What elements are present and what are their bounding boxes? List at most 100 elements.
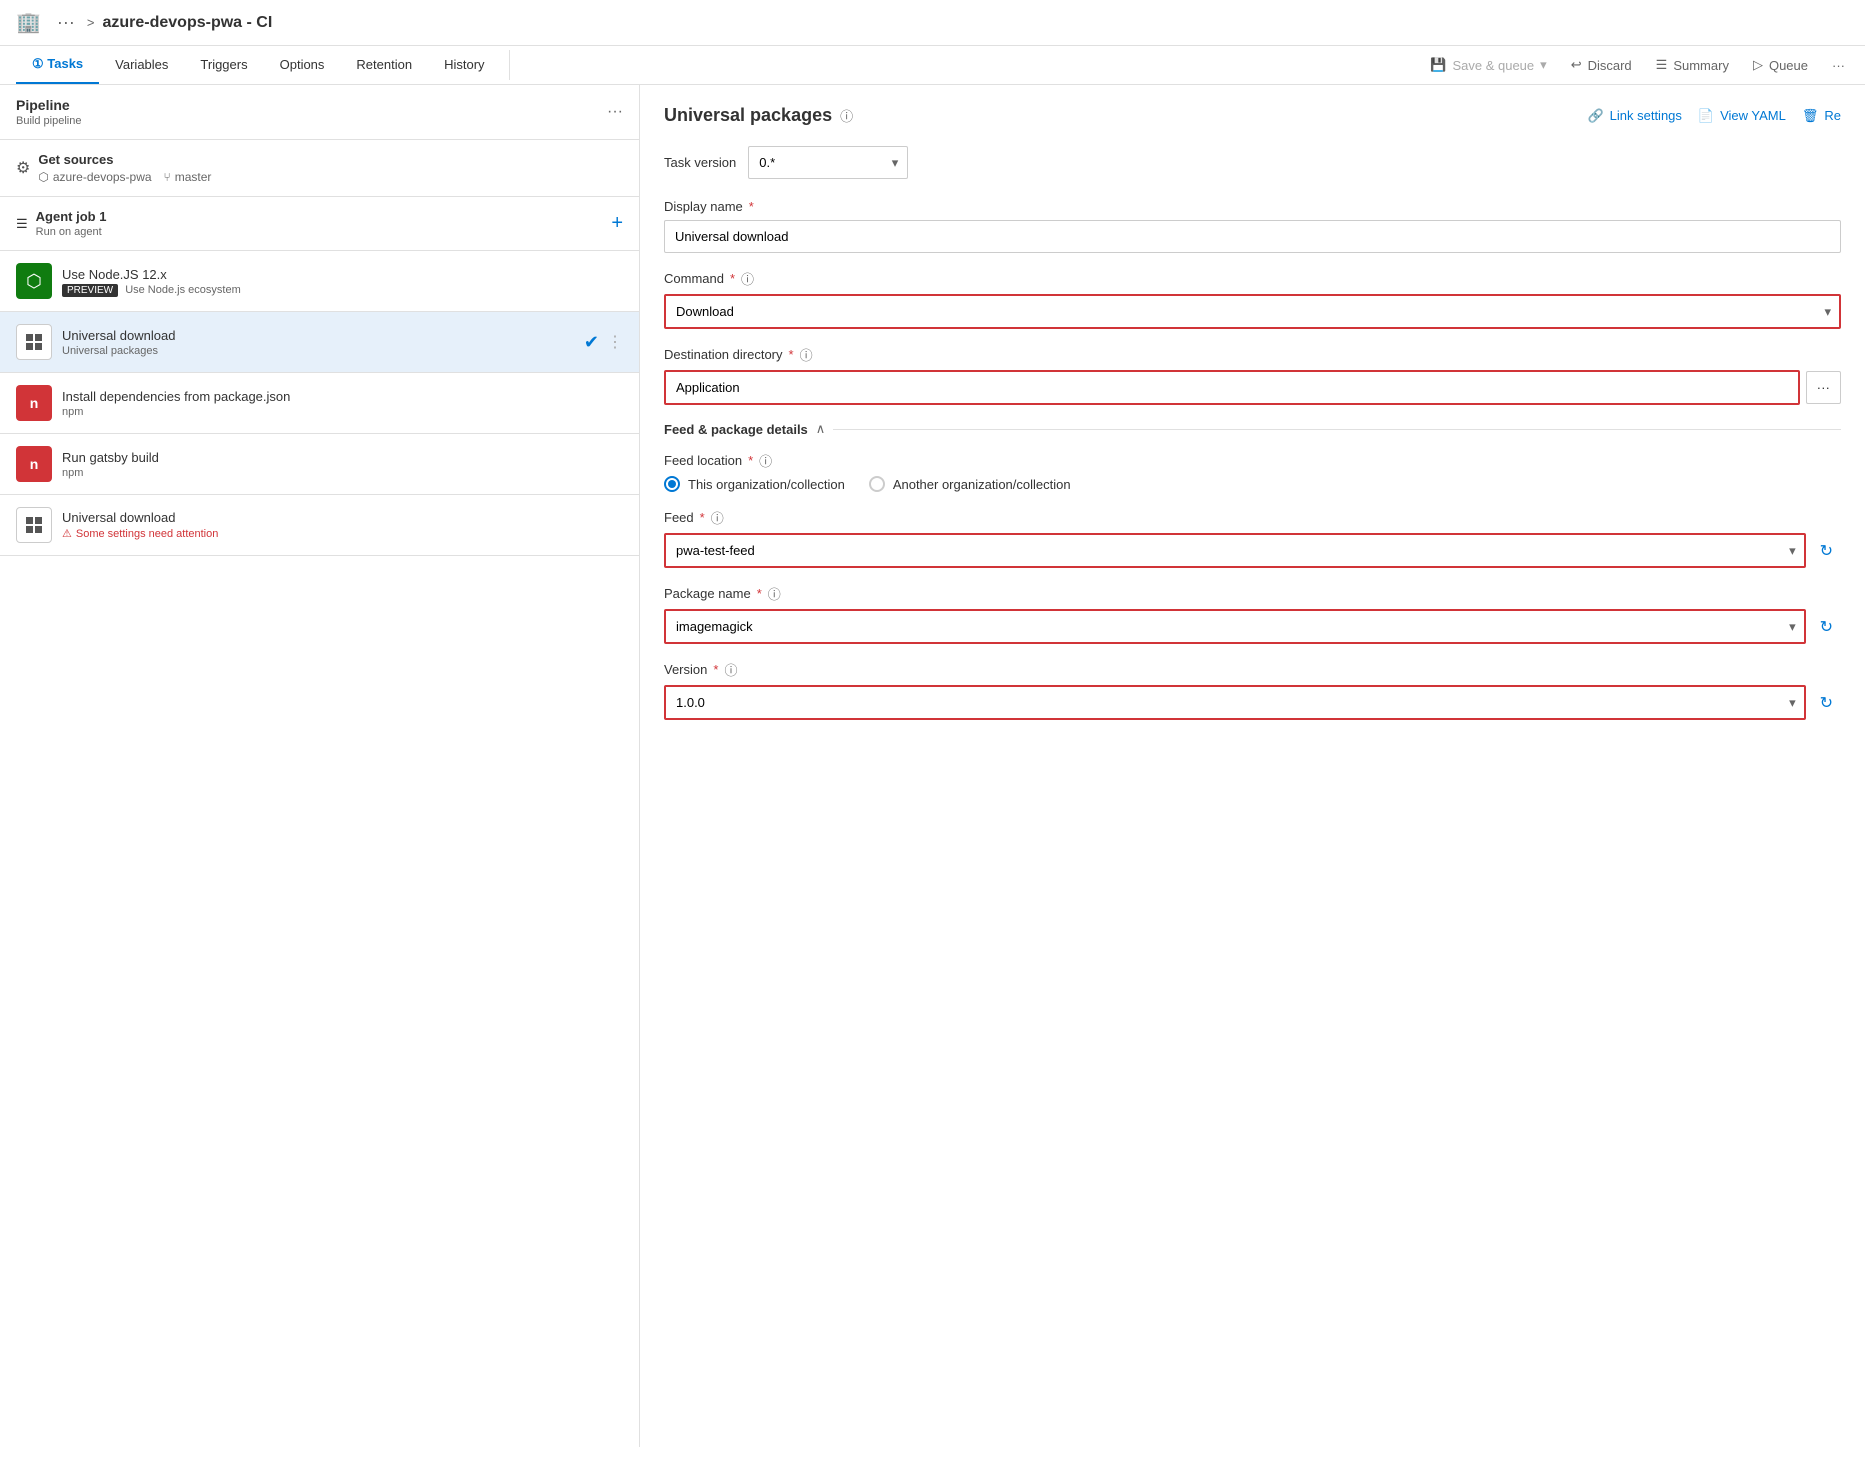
panel-info-icon[interactable]: ⓘ [840,106,853,125]
more-actions-button[interactable]: ··· [1828,50,1849,81]
dest-dir-info-icon[interactable]: ⓘ [800,345,813,364]
radio-another-org[interactable]: Another organization/collection [869,476,1071,492]
nodejs-icon: ⬡ [16,263,52,299]
feed-required: * [700,510,705,525]
command-select[interactable]: Download Publish [664,294,1841,329]
task-item-universal-download-active[interactable]: Universal download Universal packages ✔ … [0,312,639,373]
tab-history[interactable]: History [428,47,500,84]
drag-handle-icon[interactable]: ⋮ [607,332,623,352]
feed-location-label: Feed location * ⓘ [664,451,1841,470]
dropdown-chevron-icon: ▾ [1540,57,1547,73]
pipeline-subtitle: Build pipeline [16,115,81,127]
task-subtitle-ud2-warning: ⚠ Some settings need attention [62,527,623,540]
tab-options[interactable]: Options [264,47,341,84]
tab-triggers[interactable]: Triggers [184,47,263,84]
right-panel: Universal packages ⓘ 🔗 Link settings 📄 V… [640,85,1865,1447]
feed-label: Feed * ⓘ [664,508,1841,527]
pipeline-section[interactable]: Pipeline Build pipeline ··· [0,85,639,140]
version-select[interactable]: 1.0.0 [664,685,1806,720]
version-info-icon[interactable]: ⓘ [724,660,737,679]
feed-package-title: Feed & package details [664,422,808,437]
queue-icon: ▷ [1753,57,1763,73]
add-task-button[interactable]: + [611,212,623,235]
panel-header: Universal packages ⓘ 🔗 Link settings 📄 V… [664,105,1841,126]
get-sources-title: Get sources [38,152,623,167]
command-label: Command * ⓘ [664,269,1841,288]
gatsby-icon: n [16,446,52,482]
task-subtitle-nodejs: PREVIEW Use Node.js ecosystem [62,284,623,296]
task-version-select[interactable]: 0.* 1.* [748,146,908,179]
task-item-gatsby[interactable]: n Run gatsby build npm [0,434,639,495]
page-title: azure-devops-pwa - CI [102,14,272,32]
main-layout: Pipeline Build pipeline ··· ⚙ Get source… [0,85,1865,1447]
command-info-icon[interactable]: ⓘ [741,269,754,288]
pipeline-more-button[interactable]: ··· [607,103,623,121]
tab-variables[interactable]: Variables [99,47,184,84]
task-title-nodejs: Use Node.JS 12.x [62,267,623,282]
destination-directory-input[interactable] [664,370,1800,405]
get-sources-icon: ⚙ [16,158,30,178]
agent-job-subtitle: Run on agent [36,226,107,238]
discard-button[interactable]: ↩ Discard [1567,49,1636,81]
package-name-info-icon[interactable]: ⓘ [768,584,781,603]
task-subtitle-gatsby: npm [62,467,623,479]
feed-package-divider [833,429,1841,430]
tab-retention[interactable]: Retention [340,47,428,84]
remove-button[interactable]: 🗑 Re [1802,108,1841,124]
agent-job-item[interactable]: ☰ Agent job 1 Run on agent + [0,197,639,251]
display-name-required: * [749,199,754,214]
task-item-universal-download-2[interactable]: Universal download ⚠ Some settings need … [0,495,639,556]
task-title-ud-active: Universal download [62,328,574,343]
task-version-label: Task version [664,155,736,170]
branch-name: master [175,170,212,184]
save-queue-button[interactable]: 💾 Save & queue ▾ [1426,49,1550,81]
preview-badge: PREVIEW [62,284,118,297]
destination-directory-field: Destination directory * ⓘ ··· [664,345,1841,405]
warning-icon: ⚠ [62,527,72,540]
task-item-nodejs[interactable]: ⬡ Use Node.JS 12.x PREVIEW Use Node.js e… [0,251,639,312]
feed-package-section-header: Feed & package details ∧ [664,421,1841,437]
repo-icon: ⬡ [38,170,48,184]
command-required: * [730,271,735,286]
feed-location-info-icon[interactable]: ⓘ [759,451,772,470]
version-field: Version * ⓘ 1.0.0 ▾ ↻ [664,660,1841,720]
panel-header-actions: 🔗 Link settings 📄 View YAML 🗑 Re [1587,108,1841,124]
view-yaml-button[interactable]: 📄 View YAML [1698,108,1786,124]
agent-job-title: Agent job 1 [36,209,107,224]
radio-this-org-circle [664,476,680,492]
version-refresh-button[interactable]: ↻ [1812,687,1841,719]
queue-button[interactable]: ▷ Queue [1749,49,1812,81]
trash-icon: 🗑 [1802,108,1819,124]
tab-tasks[interactable]: ① Tasks [16,46,99,84]
feed-field: Feed * ⓘ pwa-test-feed ▾ ↻ [664,508,1841,568]
task-subtitle-install: npm [62,406,623,418]
dest-dir-label: Destination directory * ⓘ [664,345,1841,364]
feed-info-icon[interactable]: ⓘ [711,508,724,527]
more-dots[interactable]: ··· [57,12,75,33]
npm-install-icon: n [16,385,52,421]
dest-dir-browse-button[interactable]: ··· [1806,371,1841,404]
get-sources-item[interactable]: ⚙ Get sources ⬡ azure-devops-pwa ⑂ maste… [0,140,639,197]
package-name-select[interactable]: imagemagick [664,609,1806,644]
task-item-install-deps[interactable]: n Install dependencies from package.json… [0,373,639,434]
package-name-refresh-button[interactable]: ↻ [1812,611,1841,643]
radio-another-org-circle [869,476,885,492]
pipeline-title: Pipeline [16,97,81,113]
radio-this-org[interactable]: This organization/collection [664,476,845,492]
package-name-required: * [757,586,762,601]
feed-refresh-button[interactable]: ↻ [1812,535,1841,567]
link-settings-button[interactable]: 🔗 Link settings [1587,108,1681,124]
task-version-field: Task version 0.* 1.* ▾ [664,146,1841,179]
feed-select[interactable]: pwa-test-feed [664,533,1806,568]
version-required: * [713,662,718,677]
save-icon: 💾 [1430,57,1446,73]
radio-this-org-label: This organization/collection [688,477,845,492]
package-name-field: Package name * ⓘ imagemagick ▾ ↻ [664,584,1841,644]
version-label: Version * ⓘ [664,660,1841,679]
package-icon-2-svg [24,515,44,535]
feed-package-collapse-icon[interactable]: ∧ [816,421,826,437]
summary-button[interactable]: ☰ Summary [1652,49,1733,81]
display-name-input[interactable] [664,220,1841,253]
package-icon-svg [24,332,44,352]
feed-location-radio-group: This organization/collection Another org… [664,476,1841,492]
